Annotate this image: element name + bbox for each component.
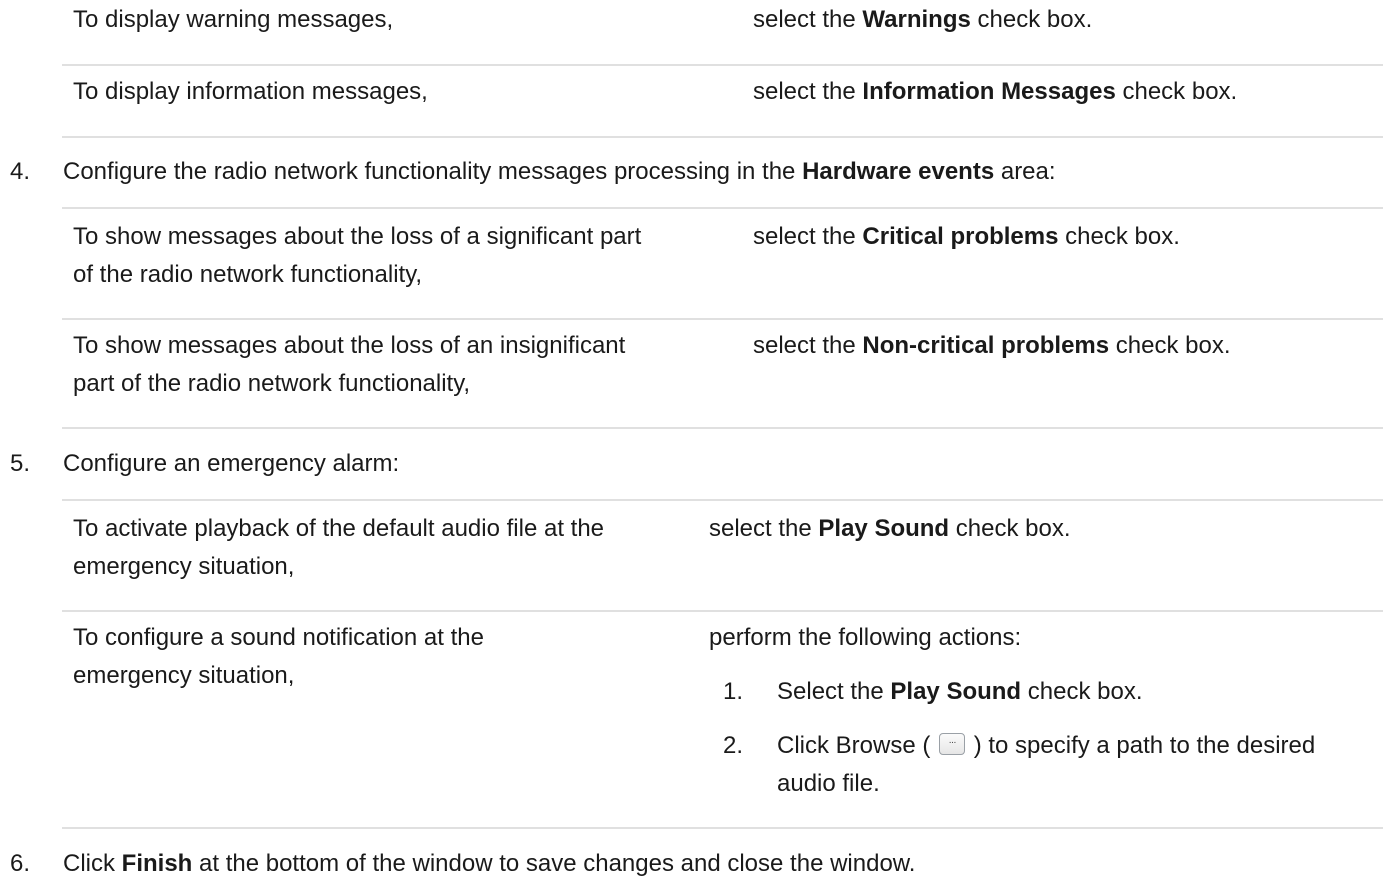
sub-step-number: 2.	[723, 732, 744, 759]
help-document-page: To display warning messages, select the …	[0, 0, 1383, 877]
step-number: 6.	[10, 850, 31, 877]
warnings-checkbox-label: Warnings	[862, 6, 971, 33]
action-text: select the Non-critical problems check b…	[753, 332, 1231, 359]
finish-button-label: Finish	[121, 850, 193, 877]
condition-text: To show messages about the loss of an in…	[73, 332, 626, 397]
condition-text: To display information messages,	[73, 78, 428, 105]
play-sound-checkbox-label: Play Sound	[890, 678, 1022, 705]
step-text: Configure an emergency alarm:	[63, 450, 400, 477]
action-text: select the Play Sound check box.	[709, 515, 1071, 542]
sub-step-number: 1.	[723, 678, 744, 705]
critical-problems-checkbox-label: Critical problems	[862, 223, 1059, 250]
play-sound-checkbox-label: Play Sound	[818, 515, 950, 542]
condition-text: To show messages about the loss of a sig…	[73, 223, 642, 288]
step-text: Click Finish at the bottom of the window…	[63, 850, 916, 877]
step-number: 4.	[10, 158, 31, 185]
condition-text: To configure a sound notification at the…	[73, 624, 484, 689]
sub-step-text: Click Browse ( ) to specify a path to th…	[777, 727, 1377, 803]
browse-button-icon	[939, 733, 966, 755]
table-row: To activate playback of the default audi…	[62, 499, 1383, 612]
table-row: To show messages about the loss of an in…	[62, 320, 1383, 429]
step-text: Configure the radio network functionalit…	[63, 158, 1056, 185]
condition-text: To display warning messages,	[73, 6, 394, 33]
action-text: select the Information Messages check bo…	[753, 78, 1238, 105]
condition-text: To activate playback of the default audi…	[73, 515, 605, 580]
action-intro-text: perform the following actions:	[709, 624, 1022, 651]
action-cell: perform the following actions: 1. Select…	[709, 612, 1379, 827]
step-number: 5.	[10, 450, 31, 477]
information-messages-checkbox-label: Information Messages	[862, 78, 1116, 105]
table-row: To show messages about the loss of a sig…	[62, 207, 1383, 320]
non-critical-problems-checkbox-label: Non-critical problems	[862, 332, 1110, 359]
action-text: select the Critical problems check box.	[753, 223, 1180, 250]
action-text: select the Warnings check box.	[753, 6, 1093, 33]
hardware-events-label: Hardware events	[802, 158, 995, 185]
table-row: To configure a sound notification at the…	[62, 612, 1383, 829]
table-row: To display information messages, select …	[62, 66, 1383, 138]
sub-step-text: Select the Play Sound check box.	[777, 678, 1143, 705]
table-row: To display warning messages, select the …	[62, 0, 1383, 66]
